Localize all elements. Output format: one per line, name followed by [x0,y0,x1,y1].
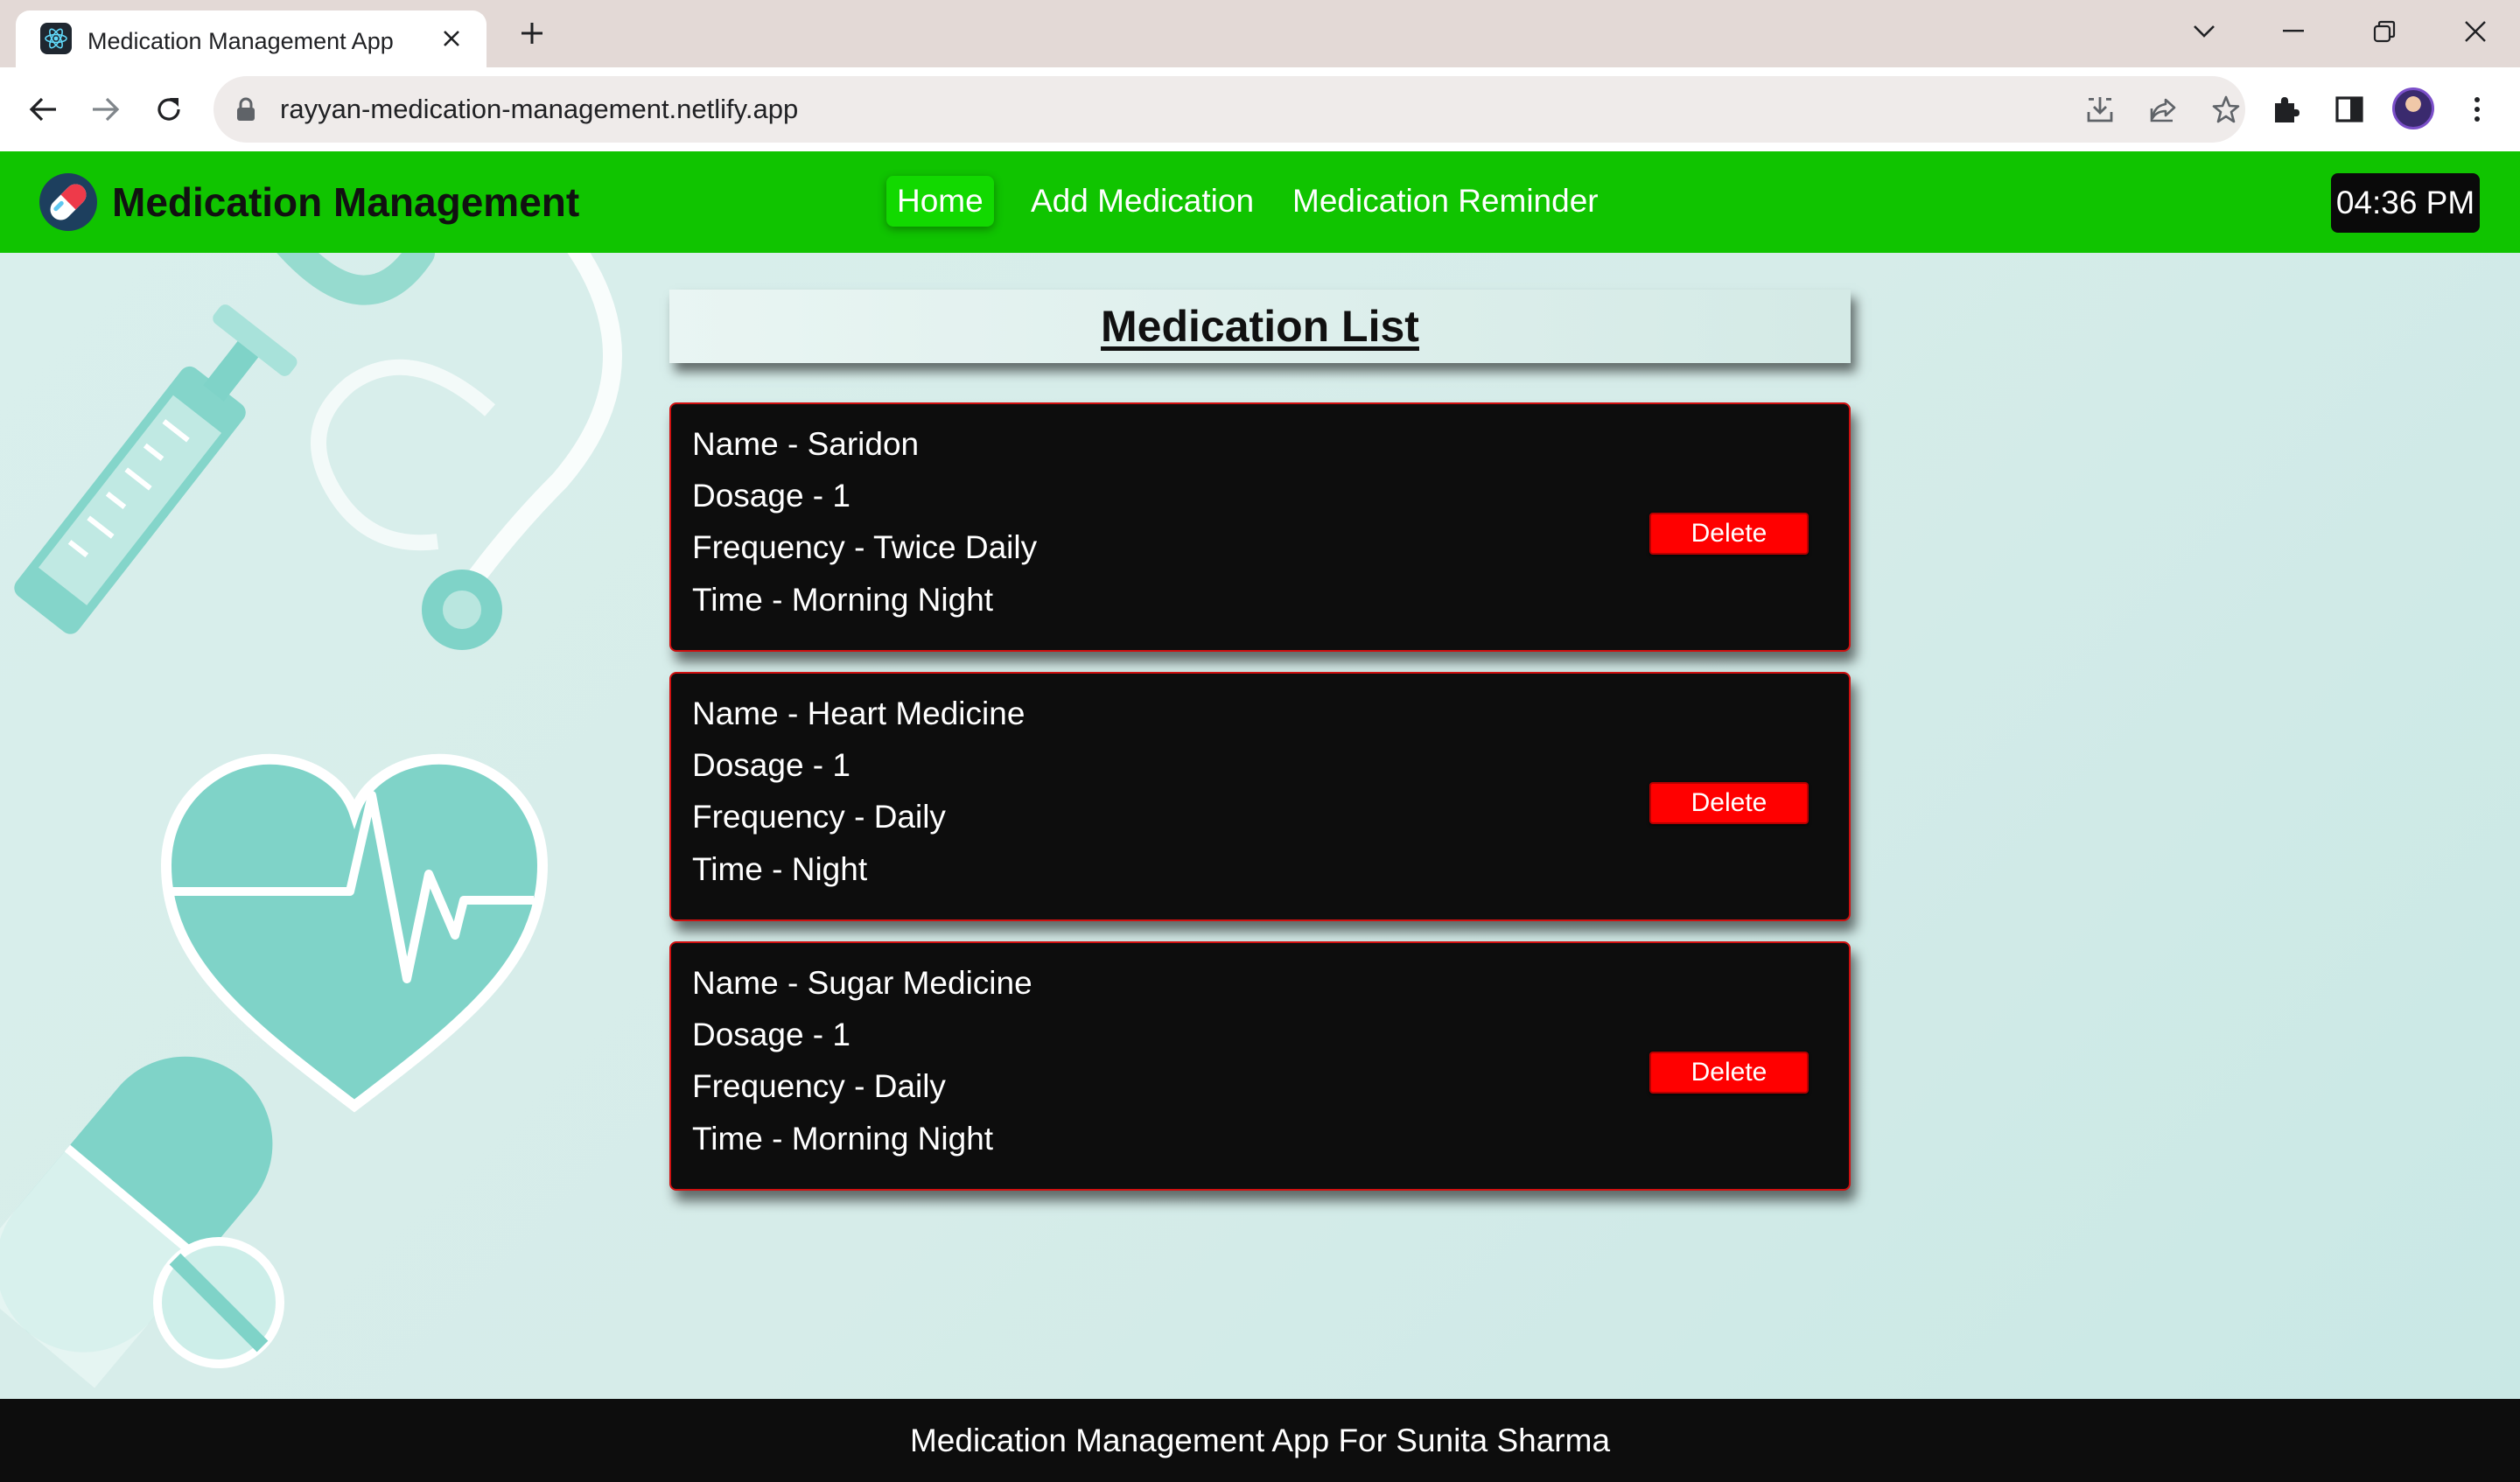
nav-home[interactable]: Home [886,176,994,227]
tab-search-chevron-icon[interactable] [2182,12,2226,51]
minimize-icon[interactable] [2272,12,2315,51]
reload-icon[interactable] [147,87,191,131]
nav-medication-reminder[interactable]: Medication Reminder [1282,176,1609,227]
restore-icon[interactable] [2362,12,2406,51]
medication-frequency: Frequency - Twice Daily [692,529,1038,565]
browser-tab[interactable]: Medication Management App [16,10,486,67]
medication-name: Name - Saridon [692,426,920,462]
delete-button[interactable]: Delete [1649,1052,1809,1094]
medication-time: Time - Morning Night [692,1121,994,1157]
delete-button[interactable]: Delete [1649,513,1809,555]
medication-name: Name - Sugar Medicine [692,965,1032,1001]
lock-icon[interactable] [236,97,256,126]
browser-tabstrip: Medication Management App [0,0,2520,67]
pill-logo-icon[interactable] [38,172,98,232]
url-text[interactable]: rayyan-medication-management.netlify.app [280,94,798,125]
tab-title: Medication Management App [88,28,394,54]
delete-button[interactable]: Delete [1649,782,1809,824]
medication-time: Time - Night [692,851,868,887]
forward-arrow-icon[interactable] [84,87,128,131]
medication-frequency: Frequency - Daily [692,799,946,835]
page-title: Medication List [1101,302,1419,351]
side-panel-icon[interactable] [2328,87,2371,131]
new-tab-icon[interactable] [514,16,550,51]
react-favicon-icon [40,23,72,54]
install-app-icon[interactable] [2081,90,2119,129]
medication-dosage: Dosage - 1 [692,1017,850,1052]
medication-frequency: Frequency - Daily [692,1068,946,1104]
extensions-puzzle-icon[interactable] [2264,87,2308,131]
medication-dosage: Dosage - 1 [692,478,850,514]
app-header: Medication Management Home Add Medicatio… [0,151,2520,253]
medication-name: Name - Heart Medicine [692,696,1026,731]
clock-display: 04:36 PM [2331,173,2480,233]
medication-card: Name - Heart Medicine Dosage - 1 Frequen… [669,672,1851,921]
medication-card: Name - Sugar Medicine Dosage - 1 Frequen… [669,941,1851,1191]
medical-background-illustration [0,253,622,1388]
back-arrow-icon[interactable] [21,87,65,131]
medication-time: Time - Morning Night [692,582,994,618]
footer-text: Medication Management App For Sunita Sha… [909,1422,1611,1458]
profile-avatar[interactable] [2392,87,2434,129]
share-icon[interactable] [2144,90,2182,129]
medication-dosage: Dosage - 1 [692,747,850,783]
app-footer: Medication Management App For Sunita Sha… [0,1399,2520,1482]
bookmark-star-icon[interactable] [2207,90,2245,129]
tab-close-icon[interactable] [434,21,469,56]
more-options-icon[interactable] [2455,87,2499,131]
address-bar[interactable]: rayyan-medication-management.netlify.app [214,76,2245,143]
close-window-icon[interactable] [2454,12,2497,51]
browser-toolbar: rayyan-medication-management.netlify.app [0,67,2520,151]
medication-card: Name - Saridon Dosage - 1 Frequency - Tw… [669,402,1851,652]
main-content: Medication List Name - Saridon Dosage - … [0,253,2520,1399]
medication-list-header: Medication List [669,290,1851,363]
brand-title[interactable]: Medication Management [112,178,579,226]
nav-add-medication[interactable]: Add Medication [1020,176,1264,227]
